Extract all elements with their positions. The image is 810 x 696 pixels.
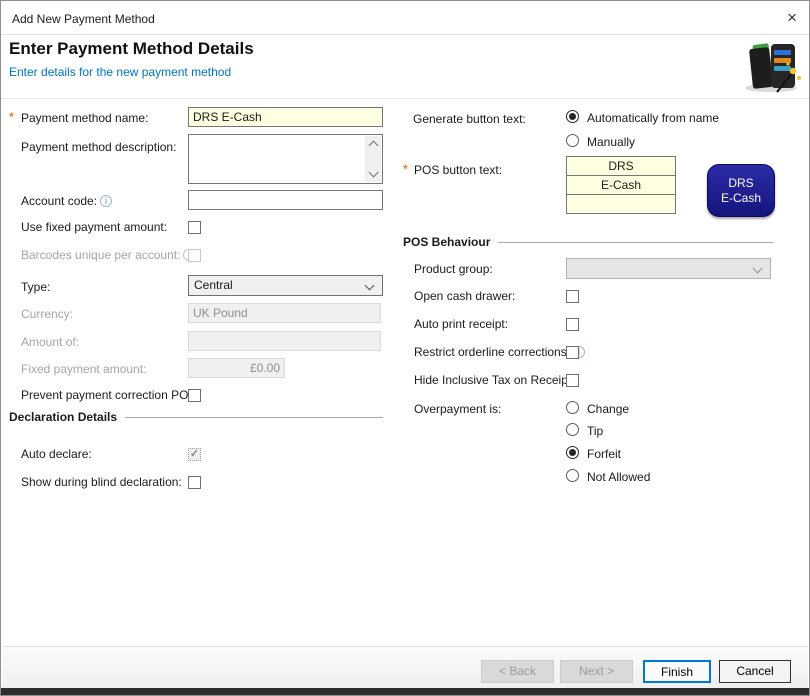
currency-label: Currency: xyxy=(21,307,74,321)
type-label: Type: xyxy=(21,280,51,294)
pos-preview-line2: E-Cash xyxy=(720,190,761,205)
product-group-dropdown xyxy=(566,258,771,279)
amount-of-input xyxy=(188,331,381,351)
pos-button-text-line1-input[interactable] xyxy=(566,156,676,176)
window-title: Add New Payment Method xyxy=(12,12,155,26)
type-selected-value: Central xyxy=(194,278,233,292)
pos-button-preview: DRS E-Cash xyxy=(707,164,775,217)
chevron-down-icon xyxy=(752,263,763,274)
pos-button-text-line2-input[interactable] xyxy=(566,175,676,195)
auto-print-receipt-label: Auto print receipt: xyxy=(414,317,509,331)
account-code-input[interactable] xyxy=(188,190,383,210)
barcodes-unique-checkbox xyxy=(188,249,201,262)
radio-overpayment-not-allowed[interactable] xyxy=(566,469,579,482)
prevent-payment-correction-label: Prevent payment correction POS: xyxy=(21,388,200,402)
pos-button-text-label: POS button text: xyxy=(414,163,503,177)
chevron-down-icon xyxy=(364,280,375,291)
radio-automatically-from-name-label: Automatically from name xyxy=(587,111,720,125)
wallet-wizard-icon xyxy=(745,43,801,93)
declaration-details-section-header: Declaration Details xyxy=(9,410,383,424)
cancel-button[interactable]: Cancel xyxy=(719,660,791,683)
account-code-label-text: Account code: xyxy=(21,194,98,208)
finish-button[interactable]: Finish xyxy=(643,660,711,683)
show-during-blind-declaration-label: Show during blind declaration: xyxy=(21,475,182,489)
close-icon[interactable]: × xyxy=(787,9,797,26)
restrict-orderline-label-text: Restrict orderline corrections: xyxy=(414,345,571,359)
amount-of-label: Amount of: xyxy=(21,335,80,349)
type-dropdown[interactable]: Central xyxy=(188,275,383,296)
use-fixed-payment-amount-label: Use fixed payment amount: xyxy=(21,220,168,234)
required-marker: * xyxy=(403,162,408,176)
fixed-payment-amount-input xyxy=(188,358,285,378)
add-payment-method-dialog: Add New Payment Method × Enter Payment M… xyxy=(0,0,810,696)
section-rule xyxy=(125,416,383,418)
section-rule xyxy=(498,241,773,243)
barcodes-unique-label: Barcodes unique per account:i xyxy=(21,248,196,262)
radio-overpayment-change[interactable] xyxy=(566,401,579,414)
pos-preview-line1: DRS xyxy=(728,175,754,190)
payment-method-name-label: Payment method name: xyxy=(21,111,149,125)
barcodes-unique-label-text: Barcodes unique per account: xyxy=(21,248,181,262)
dialog-footer: < Back Next > Finish Cancel xyxy=(2,646,808,690)
auto-declare-checkbox[interactable]: ✓ xyxy=(188,448,201,461)
header-divider xyxy=(1,98,809,99)
payment-method-name-input[interactable] xyxy=(188,107,383,127)
open-cash-drawer-checkbox[interactable] xyxy=(566,290,579,303)
pos-behaviour-section-header: POS Behaviour xyxy=(403,235,773,249)
declaration-details-title: Declaration Details xyxy=(9,410,118,424)
auto-print-receipt-checkbox[interactable] xyxy=(566,318,579,331)
auto-declare-label: Auto declare: xyxy=(21,447,92,461)
radio-manually-label: Manually xyxy=(587,135,636,149)
scroll-down-icon[interactable] xyxy=(368,167,378,178)
page-title: Enter Payment Method Details xyxy=(9,39,254,58)
required-marker: * xyxy=(9,110,14,124)
radio-not-allowed-label: Not Allowed xyxy=(587,470,651,484)
fixed-payment-amount-label: Fixed payment amount: xyxy=(21,362,147,376)
payment-method-description-textarea[interactable] xyxy=(188,134,383,184)
use-fixed-payment-amount-checkbox[interactable] xyxy=(188,221,201,234)
prevent-payment-correction-checkbox[interactable] xyxy=(188,389,201,402)
currency-input xyxy=(188,303,381,323)
account-code-label: Account code: i xyxy=(21,194,113,208)
hide-inclusive-tax-checkbox[interactable] xyxy=(566,374,579,387)
restrict-orderline-corrections-checkbox[interactable] xyxy=(566,346,579,359)
radio-automatically-from-name[interactable] xyxy=(566,110,579,123)
radio-change-label: Change xyxy=(587,402,630,416)
radio-manually[interactable] xyxy=(566,134,579,147)
pos-button-text-line3-input[interactable] xyxy=(566,194,676,214)
open-cash-drawer-label: Open cash drawer: xyxy=(414,289,516,303)
info-icon: i xyxy=(100,195,113,207)
pos-behaviour-title: POS Behaviour xyxy=(403,235,491,249)
textarea-scrollbar[interactable] xyxy=(365,136,381,182)
back-button: < Back xyxy=(481,660,554,683)
titlebar-divider xyxy=(1,34,809,35)
window-bottom-edge xyxy=(1,688,809,695)
page-subtitle: Enter details for the new payment method xyxy=(9,65,232,79)
product-group-label: Product group: xyxy=(414,262,493,276)
radio-forfeit-label: Forfeit xyxy=(587,447,622,461)
show-during-blind-declaration-checkbox[interactable] xyxy=(188,476,201,489)
generate-button-text-label: Generate button text: xyxy=(413,112,526,126)
radio-tip-label: Tip xyxy=(587,424,604,438)
radio-overpayment-forfeit[interactable] xyxy=(566,446,579,459)
overpayment-label: Overpayment is: xyxy=(414,402,502,416)
next-button: Next > xyxy=(560,660,633,683)
radio-overpayment-tip[interactable] xyxy=(566,423,579,436)
restrict-orderline-corrections-label: Restrict orderline corrections: i xyxy=(414,345,586,359)
hide-inclusive-tax-label: Hide Inclusive Tax on Receipt: xyxy=(414,373,575,387)
payment-method-description-label: Payment method description: xyxy=(21,140,177,154)
scroll-up-icon[interactable] xyxy=(368,140,378,151)
